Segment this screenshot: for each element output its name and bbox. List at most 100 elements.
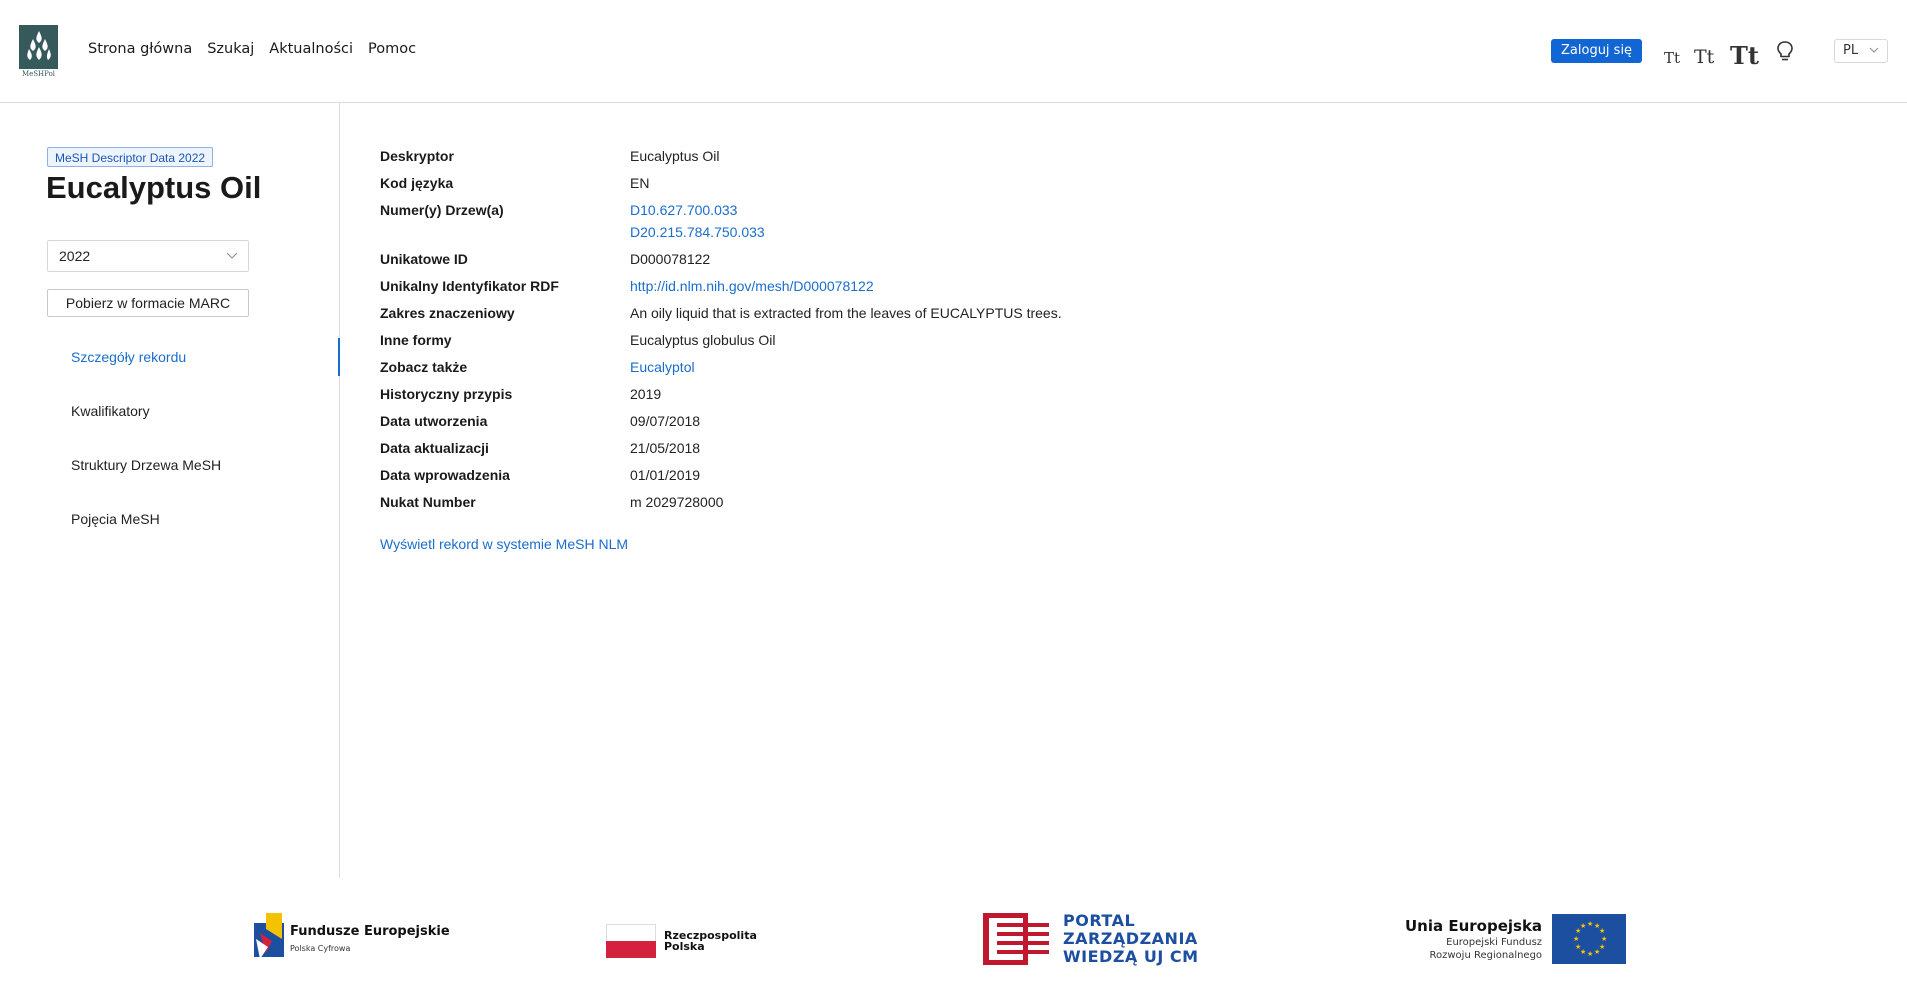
nav-news[interactable]: Aktualności <box>269 41 353 57</box>
detail-label: Numer(y) Drzew(a) <box>380 202 504 218</box>
detail-row: Zakres znaczeniowy An oily liquid that i… <box>380 302 1062 324</box>
detail-label: Inne formy <box>380 332 452 348</box>
drops-icon <box>26 31 51 60</box>
fe-subtitle: Polska Cyfrowa <box>290 943 351 953</box>
see-also-link[interactable]: Eucalyptol <box>630 359 695 375</box>
polish-flag-icon <box>606 924 656 958</box>
detail-label: Zakres znaczeniowy <box>380 305 515 321</box>
download-marc-button[interactable]: Pobierz w formacie MARC <box>47 289 249 317</box>
mesh-pol-logo[interactable]: MeSHPol <box>19 25 58 78</box>
ue-title: Unia Europejska <box>1405 917 1543 935</box>
detail-value: Eucalyptol <box>630 356 695 378</box>
main-nav: Strona główna Szukaj Aktualności Pomoc <box>88 41 431 57</box>
detail-value: 01/01/2019 <box>630 467 701 483</box>
rp-text: Rzeczpospolita Polska <box>664 929 757 953</box>
detail-label: Data utworzenia <box>380 413 488 429</box>
detail-label: Deskryptor <box>380 148 454 164</box>
portal-line: WIEDZĄ UJ CM <box>1063 947 1199 966</box>
language-value: PL <box>1843 43 1859 58</box>
svg-text:★: ★ <box>1599 927 1605 935</box>
page-title: Eucalyptus Oil <box>46 170 262 205</box>
font-size-medium-icon[interactable]: Tt <box>1694 46 1714 68</box>
dataset-badge: MeSH Descriptor Data 2022 <box>47 147 214 167</box>
svg-text:★: ★ <box>1594 948 1600 956</box>
eu-flag-icon: ★ ★★★ ★★★★ ★★★★ <box>1552 914 1627 964</box>
sidebar-item-qualifiers[interactable]: Kwalifikatory <box>0 389 340 443</box>
detail-label: Zobacz także <box>380 359 468 375</box>
tree-number-link[interactable]: D10.627.700.033 <box>630 202 737 218</box>
fe-text: Fundusze Europejskie Polska Cyfrowa <box>290 923 450 956</box>
detail-value: 09/07/2018 <box>630 413 701 429</box>
sidebar-item-record-details[interactable]: Szczegóły rekordu <box>0 335 340 389</box>
record-sections-nav: Szczegóły rekordu Kwalifikatory Struktur… <box>0 335 340 551</box>
year-value: 2022 <box>59 248 91 264</box>
detail-row: Nukat Number m 2029728000 <box>380 491 1062 513</box>
rzeczpospolita-logo: Rzeczpospolita Polska <box>606 924 757 958</box>
portal-zarzadzania-logo: PORTAL ZARZĄDZANIA WIEDZĄ UJ CM <box>983 912 1199 966</box>
detail-value: http://id.nlm.nih.gov/mesh/D000078122 <box>630 275 874 297</box>
portal-line: ZARZĄDZANIA <box>1063 929 1198 948</box>
logo-emblem <box>19 25 58 69</box>
fundusze-europejskie-logo: Fundusze Europejskie Polska Cyfrowa <box>254 913 450 967</box>
font-size-small-icon[interactable]: Tt <box>1664 49 1680 67</box>
detail-value: D10.627.700.033 D20.215.784.750.033 <box>630 199 765 243</box>
sidebar-item-concepts[interactable]: Pojęcia MeSH <box>0 497 340 551</box>
detail-row: Numer(y) Drzew(a) D10.627.700.033 D20.21… <box>380 199 1062 243</box>
fe-title: Fundusze Europejskie <box>290 923 450 939</box>
detail-label: Kod języka <box>380 175 454 191</box>
detail-value: 2019 <box>630 386 662 402</box>
portal-line: PORTAL <box>1063 911 1136 930</box>
svg-text:★: ★ <box>1601 935 1607 943</box>
login-button[interactable]: Zaloguj się <box>1551 39 1643 63</box>
detail-row: Unikalny Identyfikator RDF http://id.nlm… <box>380 275 1062 297</box>
detail-row: Data utworzenia 09/07/2018 <box>380 410 1062 432</box>
year-select[interactable]: 2022 <box>47 240 249 272</box>
portal-text: PORTAL ZARZĄDZANIA WIEDZĄ UJ CM <box>1063 912 1199 966</box>
chevron-down-icon <box>1869 47 1879 53</box>
svg-text:★: ★ <box>1587 950 1593 958</box>
detail-row: Deskryptor Eucalyptus Oil <box>380 145 1062 167</box>
detail-label: Unikatowe ID <box>380 251 468 267</box>
detail-value: m 2029728000 <box>630 494 724 510</box>
chevron-down-icon <box>226 252 238 259</box>
detail-row: Historyczny przypis 2019 <box>380 383 1062 405</box>
detail-value: D000078122 <box>630 251 711 267</box>
fe-star-icon <box>254 913 284 959</box>
detail-row: Zobacz także Eucalyptol <box>380 356 1062 378</box>
ue-subtitle: Europejski Fundusz <box>1446 937 1543 948</box>
top-header: MeSHPol Strona główna Szukaj Aktualności… <box>0 0 1907 103</box>
lightbulb-icon[interactable] <box>1776 40 1794 62</box>
logo-text: MeSHPol <box>21 70 56 78</box>
ue-text: Unia Europejska Europejski Fundusz Rozwo… <box>1405 916 1542 962</box>
rdf-link[interactable]: http://id.nlm.nih.gov/mesh/D000078122 <box>630 278 874 294</box>
tree-number-link[interactable]: D20.215.784.750.033 <box>630 224 765 240</box>
nav-home[interactable]: Strona główna <box>88 41 192 57</box>
svg-text:★: ★ <box>1580 922 1586 930</box>
detail-row: Data wprowadzenia 01/01/2019 <box>380 464 1062 486</box>
detail-row: Data aktualizacji 21/05/2018 <box>380 437 1062 459</box>
sidebar-item-tree-structures[interactable]: Struktury Drzewa MeSH <box>0 443 340 497</box>
detail-label: Data wprowadzenia <box>380 467 510 483</box>
view-in-nlm-link[interactable]: Wyświetl rekord w systemie MeSH NLM <box>380 536 628 552</box>
detail-value: Eucalyptus globulus Oil <box>630 332 776 348</box>
detail-value: An oily liquid that is extracted from th… <box>630 305 1062 321</box>
detail-label: Unikalny Identyfikator RDF <box>380 278 559 294</box>
detail-row: Unikatowe ID D000078122 <box>380 248 1062 270</box>
detail-label: Nukat Number <box>380 494 476 510</box>
ue-subtitle: Rozwoju Regionalnego <box>1429 950 1543 961</box>
detail-value: Eucalyptus Oil <box>630 148 720 164</box>
detail-label: Data aktualizacji <box>380 440 489 456</box>
unia-europejska-logo: Unia Europejska Europejski Fundusz Rozwo… <box>1405 914 1627 964</box>
portal-mark-icon <box>983 913 1049 965</box>
nav-help[interactable]: Pomoc <box>368 41 416 57</box>
detail-value: 21/05/2018 <box>630 440 701 456</box>
svg-text:★: ★ <box>1575 943 1581 951</box>
record-details: Deskryptor Eucalyptus Oil Kod języka EN … <box>380 145 1062 518</box>
language-select[interactable]: PL <box>1834 39 1888 63</box>
detail-value: EN <box>630 175 650 191</box>
detail-row: Inne formy Eucalyptus globulus Oil <box>380 329 1062 351</box>
svg-text:★: ★ <box>1573 935 1579 943</box>
font-size-large-icon[interactable]: Tt <box>1730 41 1759 70</box>
detail-label: Historyczny przypis <box>380 386 513 402</box>
nav-search[interactable]: Szukaj <box>207 41 254 57</box>
